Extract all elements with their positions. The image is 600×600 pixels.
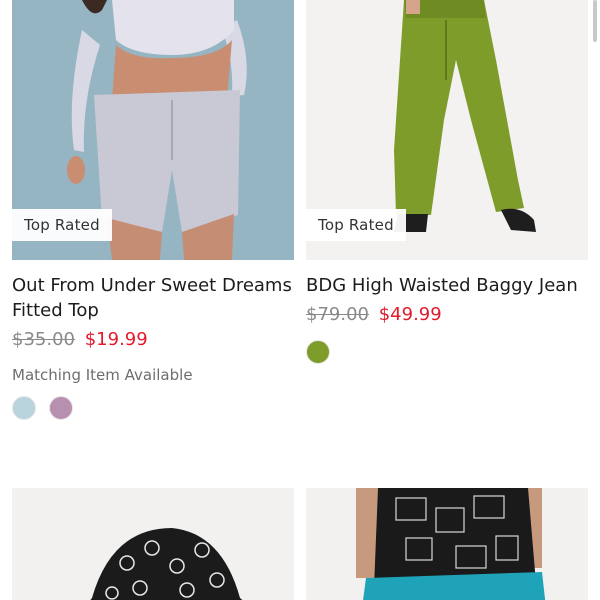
top-rated-badge: Top Rated <box>12 209 112 241</box>
product-image[interactable]: Top Rated <box>306 0 588 260</box>
product-title[interactable]: Out From Under Sweet Dreams Fitted Top <box>12 273 294 323</box>
product-card[interactable]: Top Rated BDG High Waisted Baggy Jean $7… <box>306 0 588 364</box>
product-card[interactable]: Top Rated Out From Under Sweet Dreams Fi… <box>12 0 294 420</box>
product-card[interactable] <box>12 488 294 600</box>
product-grid: Top Rated Out From Under Sweet Dreams Fi… <box>0 0 600 600</box>
product-image[interactable]: Top Rated <box>12 0 294 260</box>
product-image[interactable] <box>306 488 588 600</box>
color-swatches <box>12 396 294 420</box>
top-rated-badge: Top Rated <box>306 209 406 241</box>
original-price: $79.00 <box>306 304 369 325</box>
sale-price: $49.99 <box>378 304 442 325</box>
product-title[interactable]: BDG High Waisted Baggy Jean <box>306 273 588 298</box>
price-row: $79.00 $49.99 <box>306 304 588 325</box>
color-swatch-light-blue[interactable] <box>12 396 36 420</box>
product-image[interactable] <box>12 488 294 600</box>
scrollbar[interactable] <box>593 0 597 42</box>
original-price: $35.00 <box>12 329 75 350</box>
sale-price: $19.99 <box>84 329 148 350</box>
price-row: $35.00 $19.99 <box>12 329 294 350</box>
color-swatches <box>306 340 588 364</box>
color-swatch-mauve[interactable] <box>49 396 73 420</box>
color-swatch-green[interactable] <box>306 340 330 364</box>
matching-item-label: Matching Item Available <box>12 366 193 384</box>
product-card[interactable] <box>306 488 588 600</box>
